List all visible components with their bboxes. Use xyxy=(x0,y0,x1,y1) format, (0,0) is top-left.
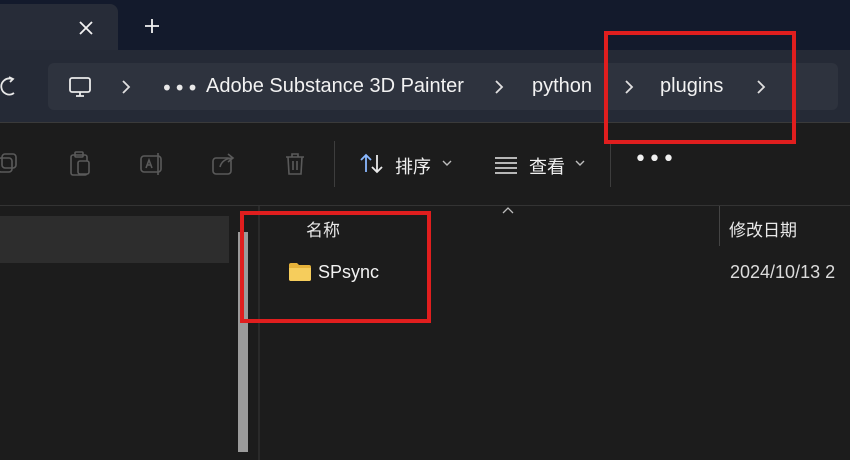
more-options-button[interactable]: ••• xyxy=(634,147,676,172)
paste-icon[interactable] xyxy=(66,150,94,178)
sort-label[interactable]: 排序 xyxy=(395,153,431,179)
toolbar-separator xyxy=(334,141,335,187)
plus-icon[interactable] xyxy=(140,14,164,38)
close-icon[interactable] xyxy=(74,16,98,40)
sort-icon[interactable] xyxy=(358,150,386,178)
delete-icon[interactable] xyxy=(281,150,309,178)
annotation-box-plugins xyxy=(604,31,796,144)
computer-icon[interactable] xyxy=(68,75,92,99)
column-header-modified[interactable]: 修改日期 xyxy=(729,216,797,241)
annotation-box-spsync xyxy=(240,211,431,323)
refresh-icon[interactable] xyxy=(0,76,20,98)
view-icon[interactable] xyxy=(492,150,520,178)
rename-icon[interactable] xyxy=(138,150,166,178)
column-separator[interactable] xyxy=(719,206,720,246)
chevron-right-icon[interactable] xyxy=(492,79,506,95)
chevron-down-icon[interactable] xyxy=(575,159,585,167)
sort-ascending-icon xyxy=(502,207,514,214)
view-label[interactable]: 查看 xyxy=(529,153,565,179)
nav-selected-item[interactable] xyxy=(0,216,229,263)
toolbar-separator xyxy=(610,141,611,187)
breadcrumb-item-python[interactable]: python xyxy=(532,75,592,98)
copy-icon[interactable] xyxy=(0,150,20,178)
breadcrumb-item-substance[interactable]: Adobe Substance 3D Painter xyxy=(206,75,464,98)
navigation-pane xyxy=(0,206,258,460)
breadcrumb-overflow[interactable]: ••• xyxy=(161,76,199,100)
share-icon[interactable] xyxy=(210,150,238,178)
chevron-down-icon[interactable] xyxy=(442,159,452,167)
file-modified-date: 2024/10/13 2 xyxy=(730,262,836,282)
active-tab[interactable] xyxy=(0,4,118,50)
chevron-right-icon[interactable] xyxy=(119,79,133,95)
